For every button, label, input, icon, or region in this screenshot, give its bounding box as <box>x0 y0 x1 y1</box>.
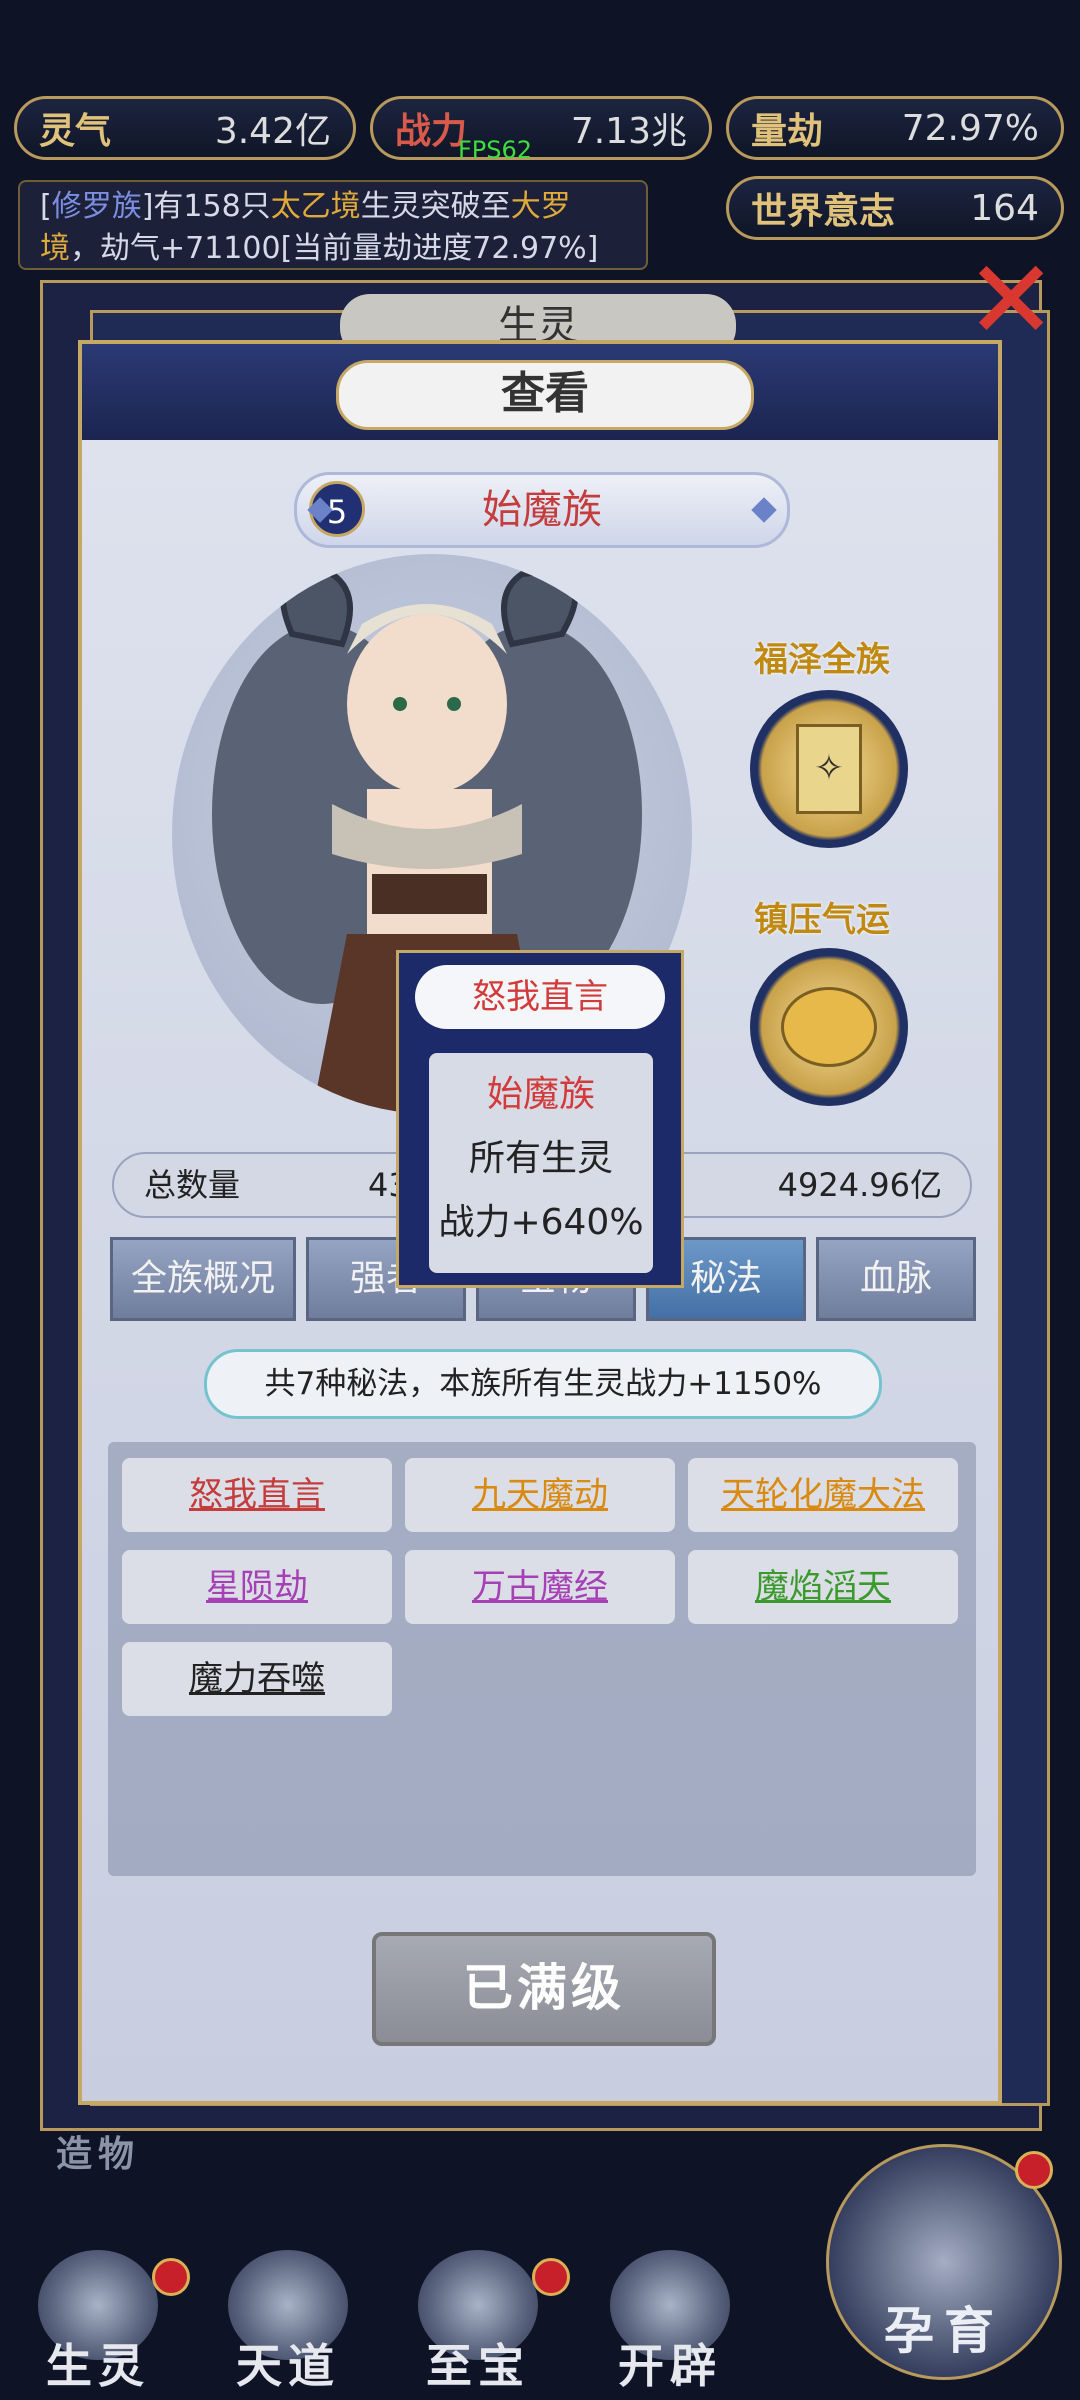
tooltip-body: 始魔族 所有生灵 战力+640% <box>429 1053 653 1273</box>
notification-dot <box>532 2258 570 2296</box>
nav-label: 天道 <box>236 2339 340 2393</box>
count-right-value: 4924.96亿 <box>777 1166 942 1204</box>
stat-value: 3.42亿 <box>214 111 331 152</box>
tab-bloodline[interactable]: 血脉 <box>816 1237 976 1321</box>
next-race-icon[interactable] <box>751 497 777 523</box>
creation-label[interactable]: 造物 <box>56 2125 140 2177</box>
stat-label: 世界意志 <box>751 191 896 232</box>
marquee-text: ，劫气+71100[当前量劫进度72.97%] <box>70 231 599 266</box>
stat-value: 164 <box>970 187 1039 229</box>
marquee-race: 修罗族 <box>51 189 142 224</box>
perk-label: 福泽全族 <box>754 640 890 680</box>
stat-zhanli: 战力 7.13兆 <box>370 96 712 160</box>
nav-label: 开辟 <box>618 2339 722 2393</box>
tooltip-line: 所有生灵 <box>468 1138 613 1179</box>
secret-art-item[interactable]: 天轮化魔大法 <box>688 1458 958 1532</box>
tooltip-race: 始魔族 <box>486 1074 595 1115</box>
marquee-text: 生灵突破至 <box>360 189 511 224</box>
notification-dot <box>1015 2151 1053 2189</box>
secret-art-item[interactable]: 魔力吞噬 <box>122 1642 392 1716</box>
hatch-label: 孕育 <box>884 2302 1004 2360</box>
nav-zhibao[interactable]: 至宝 <box>408 2250 570 2400</box>
stat-label: 灵气 <box>39 111 112 152</box>
disc-glyph <box>781 987 877 1067</box>
marquee-realm: 太乙境 <box>270 189 361 224</box>
tooltip-title: 怒我直言 <box>415 965 665 1029</box>
nav-label: 至宝 <box>426 2339 530 2393</box>
broadcast-marquee: [修罗族]有158只太乙境生灵突破至大罗境，劫气+71100[当前量劫进度72.… <box>18 180 648 270</box>
secret-art-tooltip: 怒我直言 始魔族 所有生灵 战力+640% <box>396 950 684 1288</box>
secret-art-item[interactable]: 星陨劫 <box>122 1550 392 1624</box>
close-icon[interactable]: ✕ <box>965 245 1057 355</box>
count-label: 总数量 <box>144 1166 241 1204</box>
hatch-button[interactable]: 孕育 <box>826 2144 1062 2380</box>
marquee-text: ]有158只 <box>141 189 271 224</box>
stat-world-will: 世界意志 164 <box>726 176 1064 240</box>
rune-glyph: ✧ <box>796 724 862 814</box>
fps-counter: FPS62 <box>458 136 533 164</box>
nav-tiandao[interactable]: 天道 <box>218 2250 358 2400</box>
nav-shengling[interactable]: 生灵 <box>28 2250 190 2400</box>
stat-liangjie: 量劫 72.97% <box>726 96 1064 160</box>
max-level-button[interactable]: 已满级 <box>372 1932 716 2046</box>
secret-arts-summary: 共7种秘法，本族所有生灵战力+1150% <box>204 1349 882 1419</box>
secret-arts-grid: 怒我直言 九天魔动 天轮化魔大法 星陨劫 万古魔经 魔焰滔天 魔力吞噬 <box>108 1442 976 1876</box>
stat-label: 量劫 <box>751 111 824 152</box>
tab-overview[interactable]: 全族概况 <box>110 1237 296 1321</box>
notification-dot <box>152 2258 190 2296</box>
tooltip-line: 战力+640% <box>438 1202 644 1243</box>
stat-label: 战力 <box>395 111 468 152</box>
secret-art-item[interactable]: 万古魔经 <box>405 1550 675 1624</box>
nav-label: 生灵 <box>46 2339 150 2393</box>
dialog-title: 查看 <box>336 360 754 430</box>
nav-kaipi[interactable]: 开辟 <box>600 2250 740 2400</box>
race-name: 始魔族 <box>482 487 602 533</box>
secret-art-item[interactable]: 九天魔动 <box>405 1458 675 1532</box>
race-selector[interactable]: 5 始魔族 <box>294 472 790 548</box>
stat-lingqi: 灵气 3.42亿 <box>14 96 356 160</box>
scroll-icon[interactable]: ✧ <box>750 690 908 848</box>
secret-art-item[interactable]: 魔焰滔天 <box>688 1550 958 1624</box>
golden-disc-icon[interactable] <box>750 948 908 1106</box>
marquee-text: [ <box>40 189 52 224</box>
perk-label: 镇压气运 <box>754 900 890 940</box>
stat-value: 72.97% <box>901 107 1039 149</box>
stat-value: 7.13兆 <box>570 111 687 152</box>
secret-art-item[interactable]: 怒我直言 <box>122 1458 392 1532</box>
